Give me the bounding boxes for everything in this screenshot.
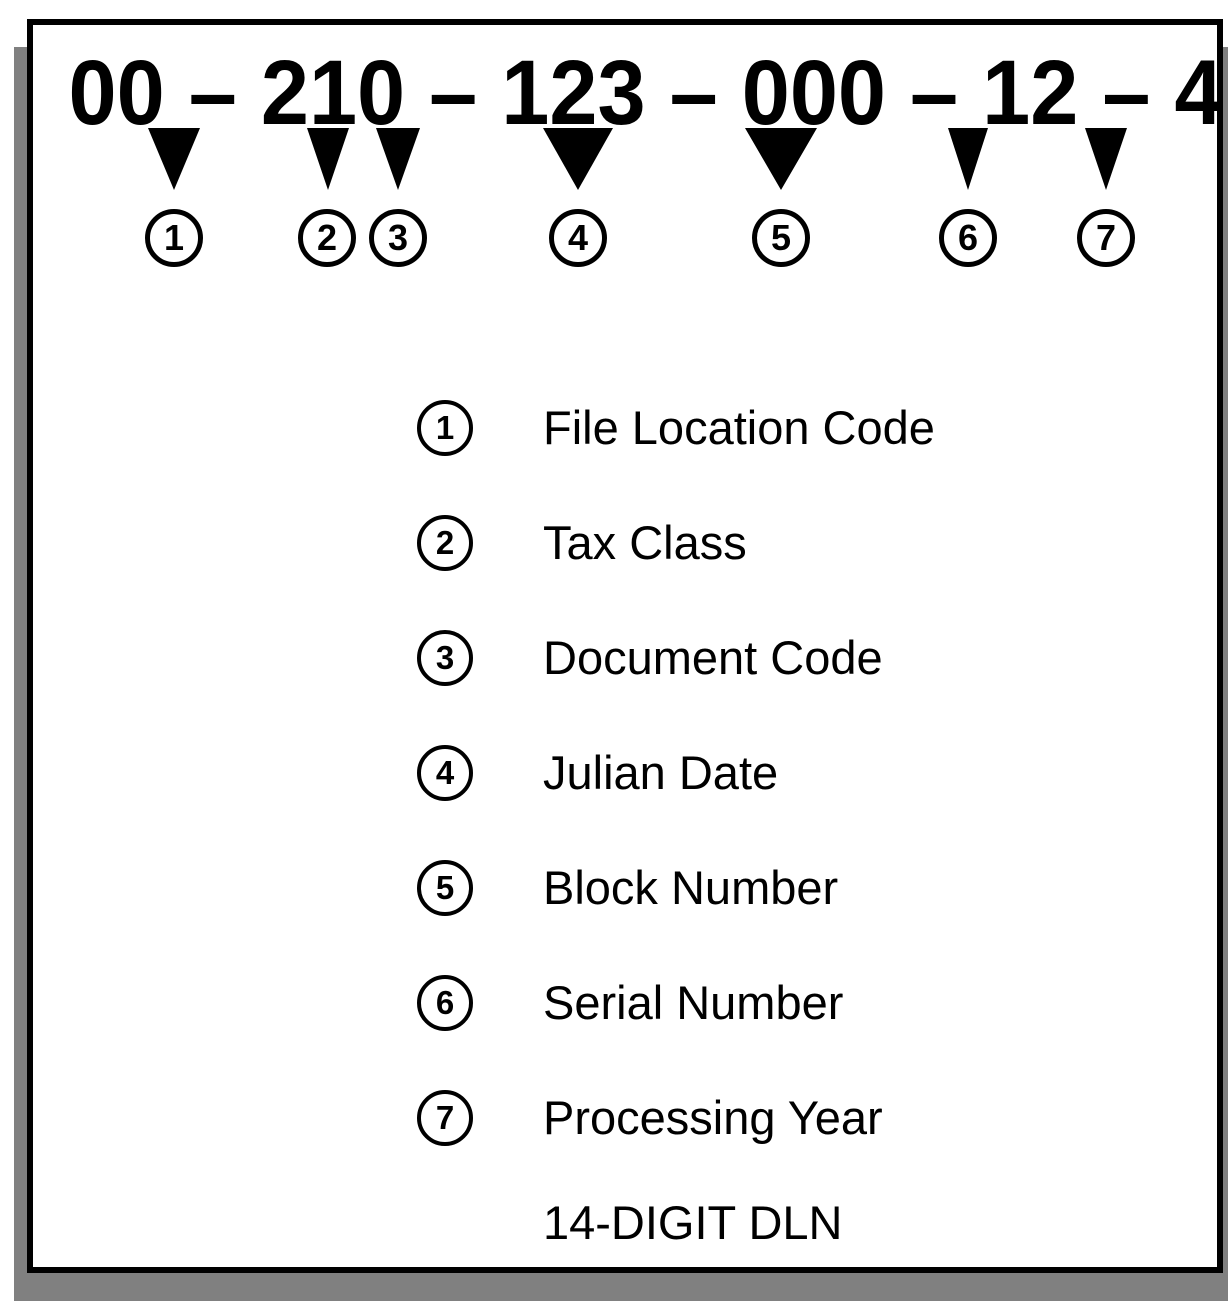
- pointer-callout-6: 6: [939, 209, 997, 267]
- pointer-callout-3: 3: [369, 209, 427, 267]
- legend-label-4: Julian Date: [543, 746, 779, 799]
- legend-label-2: Tax Class: [543, 516, 747, 569]
- dln-diagram: 00 – 210 – 123 – 000 – 12 – 4 1 2 3 4 5 …: [0, 0, 1228, 1301]
- legend-number-6: 6: [417, 975, 473, 1031]
- legend-item-file-location-code: 1 File Location Code: [417, 397, 1177, 512]
- legend-number-5: 5: [417, 860, 473, 916]
- pointer-callout-5: 5: [752, 209, 810, 267]
- legend-number-7: 7: [417, 1090, 473, 1146]
- pointer-callout-4: 4: [549, 209, 607, 267]
- dln-number-string: 00 – 210 – 123 – 000 – 12 – 4: [68, 42, 1223, 144]
- footer-caption: 14-DIGIT DLN: [543, 1196, 843, 1249]
- legend-item-serial-number: 6 Serial Number: [417, 972, 1177, 1087]
- legend-item-block-number: 5 Block Number: [417, 857, 1177, 972]
- legend-number-2: 2: [417, 515, 473, 571]
- legend-label-7: Processing Year: [543, 1091, 883, 1144]
- legend-list: 1 File Location Code 2 Tax Class 3 Docum…: [417, 397, 1177, 1202]
- legend-item-tax-class: 2 Tax Class: [417, 512, 1177, 627]
- legend-label-1: File Location Code: [543, 401, 935, 454]
- pointer-callout-1: 1: [145, 209, 203, 267]
- pointer-callout-7: 7: [1077, 209, 1135, 267]
- legend-number-3: 3: [417, 630, 473, 686]
- legend-number-1: 1: [417, 400, 473, 456]
- legend-item-document-code: 3 Document Code: [417, 627, 1177, 742]
- legend-number-4: 4: [417, 745, 473, 801]
- diagram-frame: 00 – 210 – 123 – 000 – 12 – 4 1 2 3 4 5 …: [27, 19, 1223, 1273]
- pointer-callout-2: 2: [298, 209, 356, 267]
- legend-item-processing-year: 7 Processing Year: [417, 1087, 1177, 1202]
- legend-label-6: Serial Number: [543, 976, 844, 1029]
- legend-label-5: Block Number: [543, 861, 839, 914]
- legend-label-3: Document Code: [543, 631, 883, 684]
- legend-item-julian-date: 4 Julian Date: [417, 742, 1177, 857]
